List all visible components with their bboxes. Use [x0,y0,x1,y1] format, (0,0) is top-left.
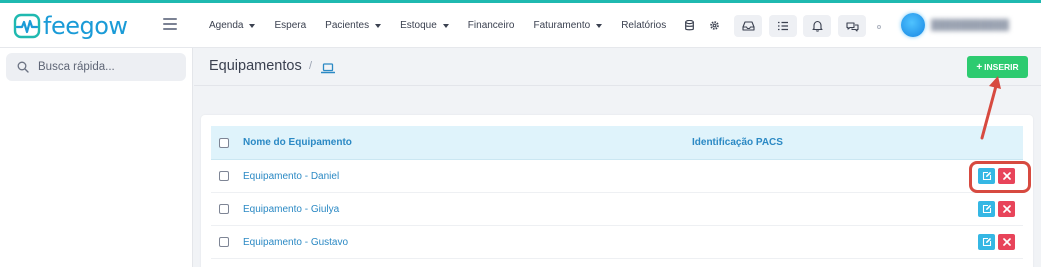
chevron-down-icon [249,23,256,28]
checklist-icon[interactable] [769,15,797,37]
user-name-blurred[interactable]: ███████████ [931,20,1009,31]
row-actions [978,234,1018,250]
inbox-icon[interactable] [734,15,762,37]
laptop-icon[interactable] [320,61,336,79]
column-header-pacs[interactable]: Identificação PACS [692,137,783,148]
page-title: Equipamentos [209,58,302,74]
nav-item-faturamento[interactable]: Faturamento [534,20,603,31]
feegow-logo-icon [13,13,41,39]
menu-toggle-icon[interactable] [163,18,177,30]
equipment-name-link[interactable]: Equipamento - Daniel [243,171,339,182]
row-checkbox[interactable] [219,204,229,214]
brand-name: feegow [43,12,128,40]
equipment-name-link[interactable]: Equipamento - Gustavo [243,237,348,248]
chevron-down-icon [375,23,382,28]
row-actions [978,201,1018,217]
nav-item-agenda[interactable]: Agenda [209,20,256,31]
nav-item-estoque[interactable]: Estoque [400,20,449,31]
bell-icon[interactable] [803,15,831,37]
search-input[interactable] [38,61,178,73]
table-row: Equipamento - Daniel [211,160,1023,193]
annotation-highlight-box [969,161,1031,193]
nav-item-label: Espera [274,20,307,31]
brand-logo[interactable]: feegow [13,12,128,40]
nav-item-label: Faturamento [533,20,591,31]
nav-item-pacientes[interactable]: Pacientes [325,20,382,31]
breadcrumb-separator: / [309,60,313,72]
edit-icon[interactable] [978,201,995,217]
table-row: Equipamento - Giulya [211,193,1023,226]
nav-item-label: Estoque [400,20,437,31]
page-header: Equipamentos / + INSERIR [194,48,1041,86]
row-checkbox[interactable] [219,171,229,181]
status-dot [877,25,881,29]
database-icon[interactable] [685,20,695,31]
sidebar [0,48,193,267]
nav-item-financeiro[interactable]: Financeiro [468,20,515,31]
search-icon [17,61,29,73]
chevron-down-icon [442,23,449,28]
row-checkbox[interactable] [219,237,229,247]
select-all-checkbox[interactable] [219,137,229,148]
nav-item-relatorios[interactable]: Relatórios [621,20,666,31]
nav-item-espera[interactable]: Espera [274,20,306,31]
top-bar: feegow Agenda Espera Pacientes Estoque F… [0,3,1041,48]
gear-icon[interactable] [709,20,720,31]
table-header: Nome do Equipamento Identificação PACS [211,126,1023,160]
edit-icon[interactable] [978,234,995,250]
nav-item-label: Financeiro [467,20,515,31]
nav-item-label: Relatórios [621,20,667,31]
chevron-down-icon [596,23,603,28]
main-nav: Agenda Espera Pacientes Estoque Financei… [209,3,735,48]
equipment-panel: Nome do Equipamento Identificação PACS E… [201,115,1033,267]
table-row: Equipamento - Gustavo [211,226,1023,259]
annotation-arrow-icon [980,76,1001,140]
delete-icon[interactable] [998,234,1015,250]
chat-icon[interactable] [838,15,866,37]
nav-item-label: Agenda [209,20,244,31]
avatar[interactable] [901,13,925,37]
equipment-table: Nome do Equipamento Identificação PACS E… [211,126,1023,259]
column-header-name[interactable]: Nome do Equipamento [243,137,352,148]
equipment-name-link[interactable]: Equipamento - Giulya [243,204,339,215]
quick-search [6,53,186,81]
nav-item-label: Pacientes [325,20,370,31]
delete-icon[interactable] [998,201,1015,217]
